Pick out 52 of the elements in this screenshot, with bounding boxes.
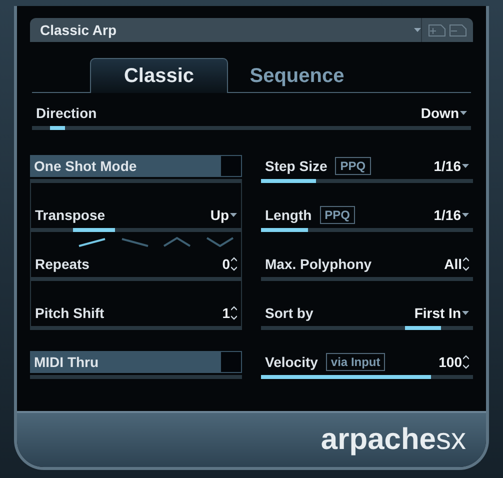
toggle-bar[interactable]: MIDI Thru <box>30 351 242 373</box>
toggle-label: MIDI Thru <box>34 354 99 370</box>
checkbox[interactable] <box>221 156 241 176</box>
param-label: Step Size <box>265 158 328 174</box>
dropdown-value[interactable]: Down <box>420 105 467 121</box>
spinner-icon[interactable] <box>231 306 237 320</box>
slider-marker[interactable] <box>73 228 115 232</box>
dropdown-value[interactable]: Up <box>210 207 237 223</box>
spinner-value[interactable]: 100 <box>438 354 469 370</box>
tab[interactable]: Sequence <box>228 58 366 93</box>
spinner-icon[interactable] <box>463 355 469 369</box>
caret-icon <box>462 212 469 218</box>
slider-track[interactable] <box>261 179 473 183</box>
param-label: Transpose <box>35 207 106 223</box>
dropdown-value[interactable]: 1/16 <box>434 207 469 223</box>
param-label: Max. Polyphony <box>265 256 372 272</box>
slider-track[interactable] <box>31 228 241 232</box>
mode-button[interactable]: PPQ <box>335 157 371 175</box>
mode-button[interactable]: PPQ <box>320 206 355 224</box>
preset-name: Classic Arp <box>39 22 118 38</box>
param-label: Pitch Shift <box>35 305 104 321</box>
mode-button[interactable]: via Input <box>326 353 386 371</box>
slider-track[interactable] <box>261 375 473 379</box>
spinner-value[interactable]: 1 <box>222 305 237 321</box>
param-label: Sort by <box>265 305 314 321</box>
spinner-value[interactable]: 0 <box>222 256 237 272</box>
slider-marker[interactable] <box>405 326 442 330</box>
caret-icon <box>460 110 467 116</box>
param-label: Repeats <box>35 256 90 272</box>
tab[interactable]: Classic <box>90 58 228 93</box>
caret-icon <box>462 164 469 168</box>
slider-track[interactable] <box>261 326 473 330</box>
dropdown-value[interactable]: 1/16 <box>434 158 469 174</box>
param-label: Velocity <box>265 354 318 370</box>
caret-icon <box>462 310 469 316</box>
pattern-icon[interactable] <box>78 236 106 247</box>
param-label: Direction <box>36 105 97 121</box>
caret-icon <box>230 212 237 218</box>
spinner-icon[interactable] <box>231 257 237 271</box>
spinner-value[interactable]: All <box>444 256 469 272</box>
slider-track[interactable] <box>32 126 471 130</box>
param-label: Length <box>265 207 312 223</box>
checkbox[interactable] <box>221 352 241 372</box>
logo-text: arpachesx <box>320 423 466 457</box>
toggle-bar[interactable]: One Shot Mode <box>30 155 242 177</box>
toggle-label: One Shot Mode <box>34 158 137 174</box>
slider-track[interactable] <box>261 228 473 232</box>
caret-icon <box>414 28 421 32</box>
spinner-icon[interactable] <box>463 257 469 271</box>
slider-track[interactable] <box>261 277 473 281</box>
slider-marker[interactable] <box>50 126 65 130</box>
dropdown-value[interactable]: First In <box>414 305 469 321</box>
